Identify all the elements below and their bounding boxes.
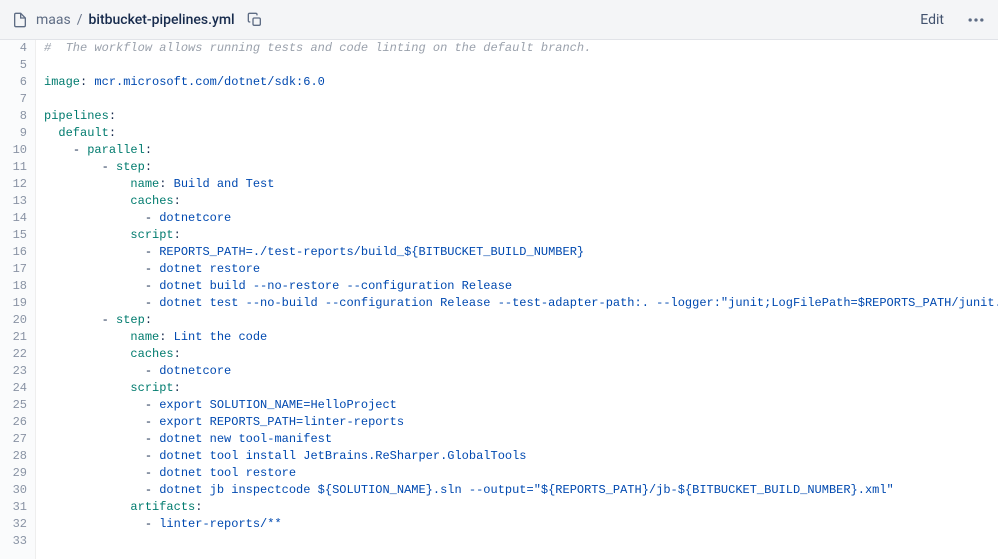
line-number: 19: [6, 295, 27, 312]
line-number: 24: [6, 380, 27, 397]
line-number: 23: [6, 363, 27, 380]
line-number: 32: [6, 516, 27, 533]
line-number: 10: [6, 142, 27, 159]
line-number: 31: [6, 499, 27, 516]
code-line: - dotnetcore: [44, 210, 990, 227]
code-line: - dotnet new tool-manifest: [44, 431, 990, 448]
code-line: [44, 533, 990, 550]
line-number: 6: [6, 74, 27, 91]
code-line: caches:: [44, 193, 990, 210]
line-number: 8: [6, 108, 27, 125]
code-line: name: Build and Test: [44, 176, 990, 193]
code-line: artifacts:: [44, 499, 990, 516]
line-gutter: 4567891011121314151617181920212223242526…: [0, 40, 36, 559]
code-line: - dotnet tool install JetBrains.ReSharpe…: [44, 448, 990, 465]
line-number: 12: [6, 176, 27, 193]
code-line: script:: [44, 380, 990, 397]
code-line: # The workflow allows running tests and …: [44, 40, 990, 57]
line-number: 26: [6, 414, 27, 431]
code-line: [44, 57, 990, 74]
line-number: 22: [6, 346, 27, 363]
file-header: maas / bitbucket-pipelines.yml Edit: [0, 0, 998, 40]
line-number: 29: [6, 465, 27, 482]
line-number: 28: [6, 448, 27, 465]
breadcrumb-filename: bitbucket-pipelines.yml: [89, 12, 235, 28]
code-line: - dotnet jb inspectcode ${SOLUTION_NAME}…: [44, 482, 990, 499]
line-number: 25: [6, 397, 27, 414]
line-number: 16: [6, 244, 27, 261]
line-number: 5: [6, 57, 27, 74]
copy-icon[interactable]: [247, 12, 263, 28]
breadcrumb-project[interactable]: maas: [36, 12, 71, 28]
code-line: name: Lint the code: [44, 329, 990, 346]
line-number: 20: [6, 312, 27, 329]
line-number: 11: [6, 159, 27, 176]
line-number: 30: [6, 482, 27, 499]
code-line: - dotnet build --no-restore --configurat…: [44, 278, 990, 295]
code-line: default:: [44, 125, 990, 142]
line-number: 7: [6, 91, 27, 108]
code-line: pipelines:: [44, 108, 990, 125]
file-icon: [12, 12, 28, 28]
line-number: 14: [6, 210, 27, 227]
code-line: - parallel:: [44, 142, 990, 159]
line-number: 27: [6, 431, 27, 448]
code-content[interactable]: # The workflow allows running tests and …: [36, 40, 998, 559]
code-viewer: 4567891011121314151617181920212223242526…: [0, 40, 998, 559]
line-number: 4: [6, 40, 27, 57]
code-line: caches:: [44, 346, 990, 363]
code-line: - step:: [44, 312, 990, 329]
code-line: image: mcr.microsoft.com/dotnet/sdk:6.0: [44, 74, 990, 91]
line-number: 15: [6, 227, 27, 244]
breadcrumb-separator: /: [77, 12, 83, 28]
code-line: - REPORTS_PATH=./test-reports/build_${BI…: [44, 244, 990, 261]
code-line: - export SOLUTION_NAME=HelloProject: [44, 397, 990, 414]
code-line: - dotnetcore: [44, 363, 990, 380]
more-icon[interactable]: [966, 10, 986, 30]
code-line: - dotnet restore: [44, 261, 990, 278]
line-number: 33: [6, 533, 27, 550]
code-line: [44, 91, 990, 108]
line-number: 21: [6, 329, 27, 346]
code-line: - linter-reports/**: [44, 516, 990, 533]
code-line: - step:: [44, 159, 990, 176]
code-line: - dotnet test --no-build --configuration…: [44, 295, 990, 312]
code-line: - export REPORTS_PATH=linter-reports: [44, 414, 990, 431]
line-number: 9: [6, 125, 27, 142]
code-line: script:: [44, 227, 990, 244]
line-number: 17: [6, 261, 27, 278]
line-number: 13: [6, 193, 27, 210]
line-number: 18: [6, 278, 27, 295]
breadcrumb: maas / bitbucket-pipelines.yml: [36, 12, 235, 28]
code-line: - dotnet tool restore: [44, 465, 990, 482]
edit-button[interactable]: Edit: [912, 8, 952, 32]
